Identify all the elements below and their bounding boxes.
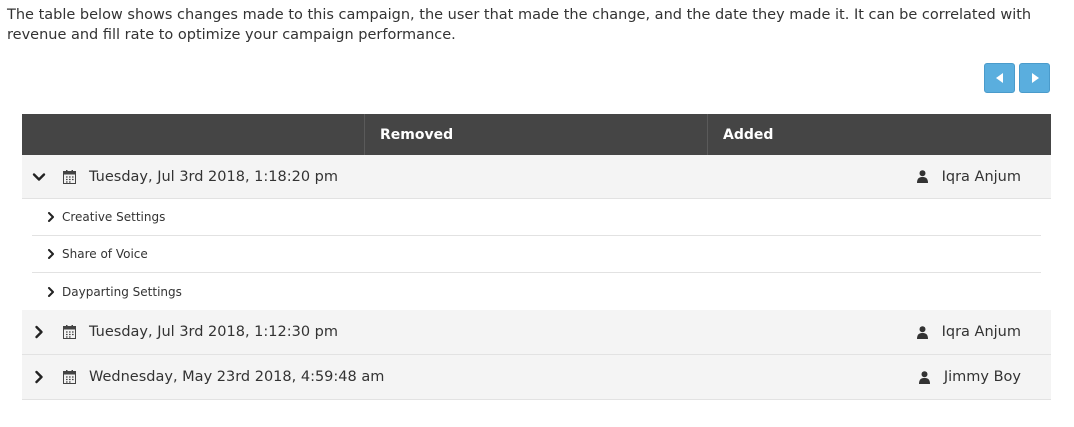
user-icon — [916, 170, 928, 183]
change-group-row[interactable]: Wednesday, May 23rd 2018, 4:59:48 am Jim… — [22, 355, 1051, 400]
chevron-right-icon — [48, 286, 54, 297]
user-icon — [916, 325, 928, 339]
user-icon — [918, 370, 930, 384]
calendar-icon — [63, 325, 76, 339]
intro-text: The table below shows changes made to th… — [7, 7, 1032, 43]
chevron-right-icon — [35, 370, 43, 384]
change-date: Tuesday, Jul 3rd 2018, 1:12:30 pm — [89, 324, 339, 340]
calendar-icon — [63, 370, 76, 384]
user-name: Jimmy Boy — [943, 369, 1021, 385]
arrow-left-icon — [995, 73, 1003, 83]
change-details-list: Creative Settings Share of Voice Daypart… — [32, 199, 1041, 310]
header-added: Added — [707, 114, 1051, 155]
user-name: Iqra Anjum — [941, 324, 1021, 340]
change-user: Iqra Anjum — [916, 168, 1021, 185]
expand-toggle[interactable] — [32, 370, 46, 384]
user-name: Iqra Anjum — [941, 168, 1021, 185]
change-date: Tuesday, Jul 3rd 2018, 1:18:20 pm — [89, 168, 339, 185]
expand-toggle[interactable] — [32, 325, 46, 339]
change-user: Jimmy Boy — [918, 369, 1021, 385]
header-removed: Removed — [364, 114, 707, 155]
list-item[interactable]: Dayparting Settings — [32, 273, 1041, 310]
table-header: Removed Added — [22, 114, 1051, 155]
list-item[interactable]: Share of Voice — [32, 236, 1041, 273]
chevron-right-icon — [48, 212, 54, 222]
chevron-down-icon — [32, 172, 46, 181]
change-group-row[interactable]: Tuesday, Jul 3rd 2018, 1:18:20 pm Iqra A… — [22, 155, 1051, 199]
list-item-label: Creative Settings — [62, 210, 166, 224]
list-item-label: Dayparting Settings — [62, 284, 182, 299]
change-group-row[interactable]: Tuesday, Jul 3rd 2018, 1:12:30 pm Iqra A… — [22, 310, 1051, 355]
header-blank-cell — [22, 114, 364, 155]
list-item-label: Share of Voice — [62, 247, 148, 261]
calendar-icon — [63, 169, 76, 184]
change-date: Wednesday, May 23rd 2018, 4:59:48 am — [89, 369, 385, 385]
prev-page-button[interactable] — [984, 63, 1015, 93]
chevron-right-icon — [48, 249, 54, 259]
arrow-right-icon — [1031, 73, 1039, 83]
next-page-button[interactable] — [1019, 63, 1050, 93]
change-history-table: Removed Added Tuesday, Jul 3rd 2018, 1:1… — [22, 114, 1051, 400]
chevron-right-icon — [35, 325, 43, 339]
list-item[interactable]: Creative Settings — [32, 199, 1041, 236]
pagination — [984, 63, 1050, 93]
change-user: Iqra Anjum — [916, 324, 1021, 340]
collapse-toggle[interactable] — [32, 170, 46, 184]
